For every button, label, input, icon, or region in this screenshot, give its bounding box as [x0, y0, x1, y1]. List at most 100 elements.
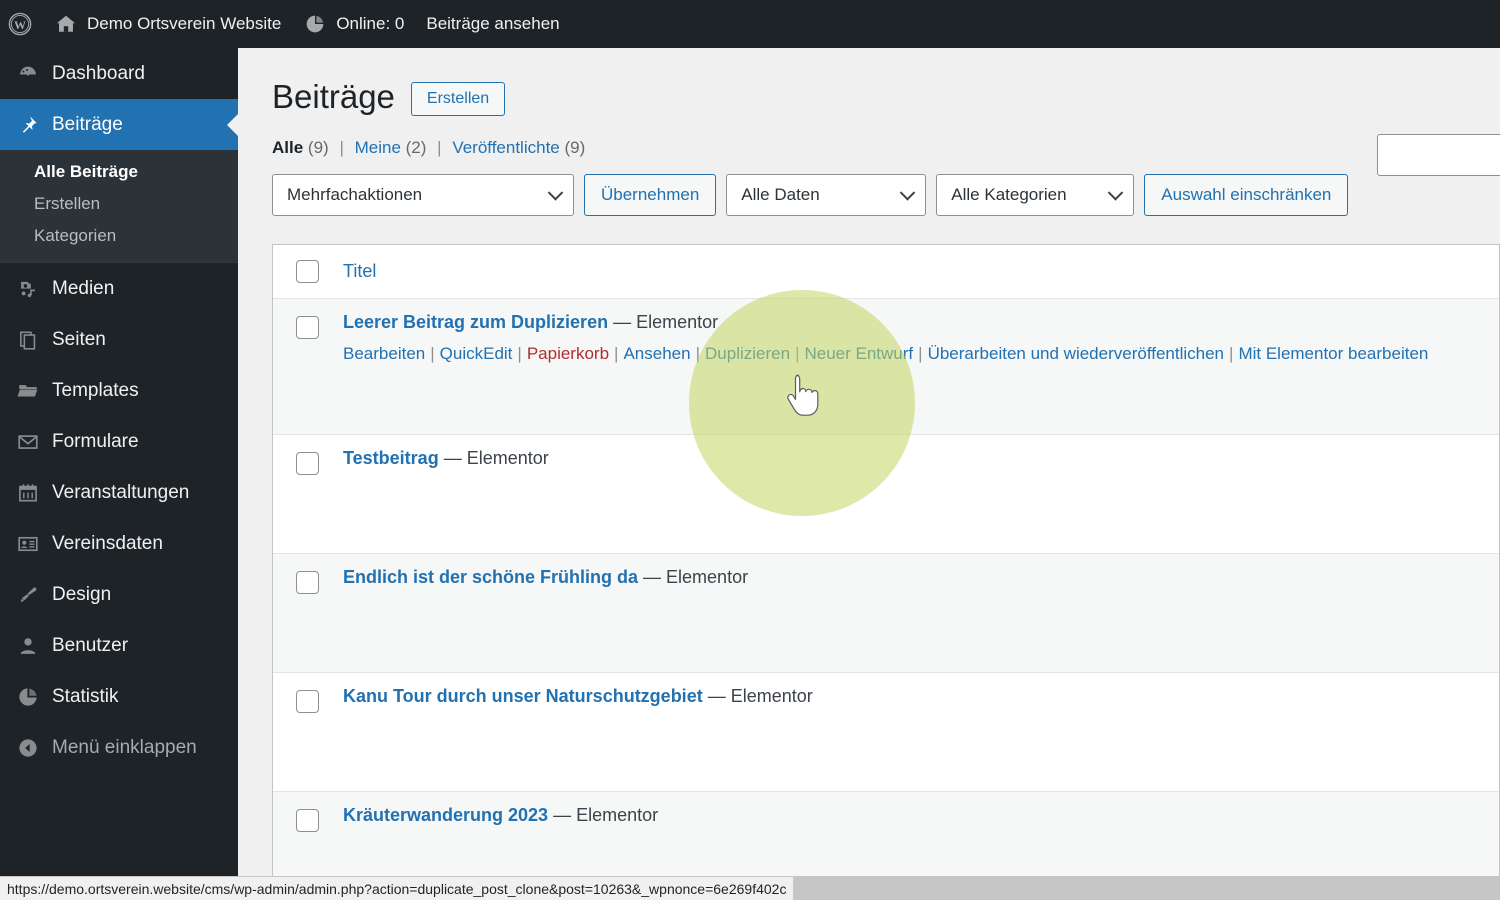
filter-link-published[interactable]: Veröffentlichte (9) — [452, 138, 585, 157]
date-filter-value: Alle Daten — [741, 184, 820, 204]
sidebar-item-label: Medien — [52, 277, 115, 299]
sidebar-item-medien[interactable]: Medien — [0, 263, 238, 314]
row-action-separator: | — [614, 344, 619, 363]
filter-link-all[interactable]: Alle (9) — [272, 138, 333, 157]
filter-link-published-label: Veröffentlichte — [452, 137, 560, 157]
category-filter-select[interactable]: Alle Kategorien — [936, 173, 1135, 216]
column-header-title[interactable]: Titel — [343, 261, 376, 281]
posts-table: Titel Leerer Beitrag zum Duplizieren — E… — [272, 244, 1500, 900]
post-title-link[interactable]: Leerer Beitrag zum Duplizieren — [343, 312, 608, 332]
row-title-cell: Kanu Tour durch unser Naturschutzgebiet … — [341, 673, 1499, 707]
column-header-title-cell: Titel — [341, 261, 1499, 282]
row-checkbox[interactable] — [295, 809, 319, 832]
sidebar-item-label: Veranstaltungen — [52, 481, 190, 503]
row-action-bearbeiten[interactable]: Bearbeiten — [343, 344, 425, 363]
filter-link-mine[interactable]: Meine (2) — [355, 138, 432, 157]
collapse-arrow-icon — [16, 736, 40, 760]
row-action-ansehen[interactable]: Ansehen — [623, 344, 690, 363]
sidebar-item-veranstaltungen[interactable]: Veranstaltungen — [0, 467, 238, 518]
row-action-ueberarbeiten[interactable]: Überarbeiten und wiederveröffentlichen — [928, 344, 1224, 363]
sidebar-item-collapse-menu[interactable]: Menü einklappen — [0, 722, 238, 773]
id-card-icon — [16, 532, 40, 556]
chart-pie-icon — [303, 12, 327, 36]
apply-bulk-action-button[interactable]: Übernehmen — [584, 173, 717, 216]
post-title-suffix: — Elementor — [702, 686, 813, 706]
search-input[interactable] — [1377, 134, 1500, 176]
calendar-icon — [16, 481, 40, 505]
row-checkbox[interactable] — [295, 571, 319, 594]
post-title-link[interactable]: Testbeitrag — [343, 448, 439, 468]
sidebar-item-design[interactable]: Design — [0, 569, 238, 620]
sidebar-subitem-kategorien[interactable]: Kategorien — [0, 220, 238, 252]
filter-link-all-label: Alle — [272, 137, 304, 157]
folder-icon — [16, 379, 40, 403]
table-navigation-top: Mehrfachaktionen Übernehmen Alle Daten A… — [238, 158, 1500, 216]
user-icon — [16, 634, 40, 658]
row-checkbox[interactable] — [295, 690, 319, 713]
sidebar-subitem-label: Alle Beiträge — [34, 162, 138, 181]
row-title-cell: Testbeitrag — Elementor — [341, 435, 1499, 469]
sidebar-item-beitraege[interactable]: Beiträge — [0, 99, 238, 150]
row-action-separator: | — [795, 344, 800, 363]
row-action-neuer-entwurf[interactable]: Neuer Entwurf — [804, 344, 913, 363]
table-row: Leerer Beitrag zum Duplizieren — Element… — [273, 299, 1499, 435]
table-row: Endlich ist der schöne Frühling da — Ele… — [273, 554, 1499, 673]
sidebar-subitem-erstellen[interactable]: Erstellen — [0, 188, 238, 220]
adminbar-item-view-posts[interactable]: Beiträge ansehen — [415, 0, 570, 48]
row-action-separator: | — [695, 344, 701, 363]
adminbar-item-online-count[interactable]: Online: 0 — [292, 0, 415, 48]
sidebar-item-seiten[interactable]: Seiten — [0, 314, 238, 365]
row-select-cell — [273, 792, 341, 832]
row-select-cell — [273, 554, 341, 594]
row-checkbox[interactable] — [295, 316, 319, 339]
chevron-down-icon — [900, 184, 916, 201]
add-new-post-button[interactable]: Erstellen — [410, 82, 506, 116]
post-title-suffix: — Elementor — [608, 312, 719, 332]
adminbar-item-wordpress-logo[interactable]: W — [0, 0, 43, 48]
row-action-papierkorb[interactable]: Papierkorb — [527, 344, 609, 363]
sidebar-item-vereinsdaten[interactable]: Vereinsdaten — [0, 518, 238, 569]
pages-icon — [16, 328, 40, 352]
pin-icon — [16, 113, 40, 137]
filter-link-all-count: (9) — [307, 137, 329, 157]
row-title-cell: Kräuterwanderung 2023 — Elementor — [341, 792, 1499, 826]
post-title-link[interactable]: Endlich ist der schöne Frühling da — [343, 567, 638, 587]
bulk-actions-select[interactable]: Mehrfachaktionen — [272, 173, 574, 216]
row-action-duplizieren[interactable]: Duplizieren — [705, 344, 790, 363]
post-title-suffix: — Elementor — [548, 805, 659, 825]
envelope-icon — [16, 430, 40, 454]
main-content: Beiträge Erstellen Alle (9) | Meine (2) … — [238, 48, 1500, 900]
row-action-separator: | — [517, 344, 522, 363]
post-status-filter-links: Alle (9) | Meine (2) | Veröffentlichte (… — [238, 116, 1500, 158]
row-action-quickedit[interactable]: QuickEdit — [440, 344, 513, 363]
date-filter-select[interactable]: Alle Daten — [726, 173, 927, 216]
select-all-checkbox[interactable] — [295, 260, 319, 283]
sidebar-subitem-label: Erstellen — [34, 194, 101, 213]
sidebar-item-formulare[interactable]: Formulare — [0, 416, 238, 467]
row-checkbox[interactable] — [295, 452, 319, 475]
sidebar-item-label: Dashboard — [52, 62, 145, 84]
post-title-link[interactable]: Kräuterwanderung 2023 — [343, 805, 548, 825]
sidebar-item-benutzer[interactable]: Benutzer — [0, 620, 238, 671]
filter-submit-button[interactable]: Auswahl einschränken — [1144, 173, 1349, 216]
admin-sidebar-menu: Dashboard Beiträge Alle Beiträge Erstell… — [0, 48, 238, 900]
media-icon — [16, 277, 40, 301]
row-action-mit-elementor-bearbeiten[interactable]: Mit Elementor bearbeiten — [1238, 344, 1428, 363]
filter-link-mine-label: Meine — [354, 137, 401, 157]
wordpress-logo-icon: W — [8, 12, 32, 36]
post-title-link[interactable]: Kanu Tour durch unser Naturschutzgebiet — [343, 686, 703, 706]
filter-separator: | — [437, 137, 442, 157]
sidebar-submenu-beitraege: Alle Beiträge Erstellen Kategorien — [0, 150, 238, 262]
sidebar-subitem-alle-beitraege[interactable]: Alle Beiträge — [0, 156, 238, 188]
chart-pie-icon — [16, 685, 40, 709]
sidebar-item-label: Beiträge — [52, 113, 123, 135]
table-header-row: Titel — [273, 245, 1499, 299]
row-actions: Bearbeiten | QuickEdit | Papierkorb | Ansehen |… — [343, 340, 1489, 369]
row-select-cell — [273, 673, 341, 713]
sidebar-item-templates[interactable]: Templates — [0, 365, 238, 416]
filter-separator: | — [339, 137, 344, 157]
adminbar-item-site-name[interactable]: Demo Ortsverein Website — [43, 0, 292, 48]
sidebar-item-dashboard[interactable]: Dashboard — [0, 48, 238, 99]
sidebar-item-label: Vereinsdaten — [52, 532, 163, 554]
sidebar-item-statistik[interactable]: Statistik — [0, 671, 238, 722]
